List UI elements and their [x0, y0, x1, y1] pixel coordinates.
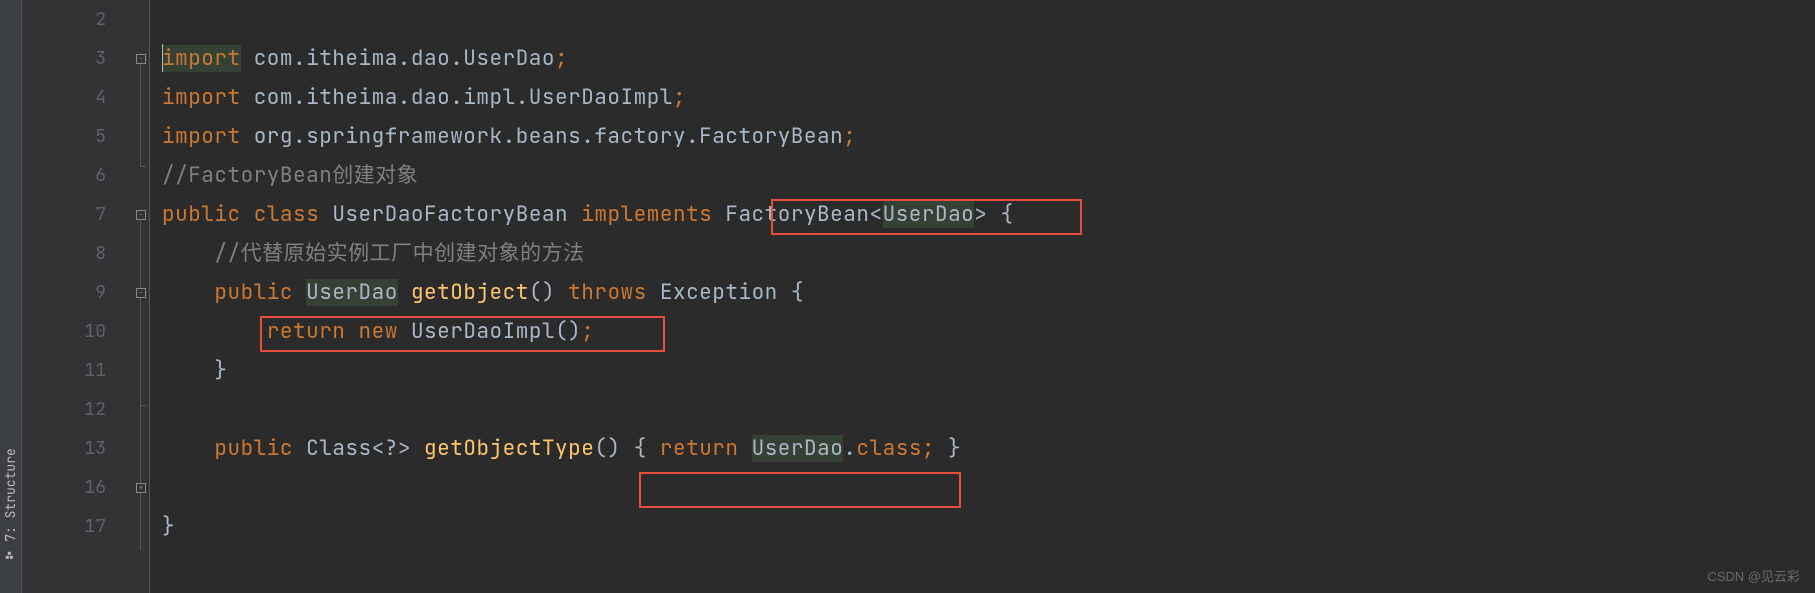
code-line: import org.springframework.beans.factory…	[162, 117, 1815, 156]
code-line: public Class<?> getObjectType() { return…	[162, 429, 1815, 468]
fold-gutter: − − − +	[134, 0, 150, 593]
code-editor[interactable]: 2 3 4 5 6 7 8 9 10 11 12 13 16 17 − − − …	[22, 0, 1815, 593]
fold-line	[140, 64, 141, 166]
structure-icon	[4, 547, 18, 561]
code-line: //FactoryBean创建对象	[162, 156, 1815, 195]
line-number: 16	[22, 468, 134, 507]
line-number: 8	[22, 234, 134, 273]
line-number: 11	[22, 351, 134, 390]
code-line: }	[162, 351, 1815, 390]
line-number: 3	[22, 39, 134, 78]
line-number: 4	[22, 78, 134, 117]
code-line: import com.itheima.dao.UserDao;	[162, 39, 1815, 78]
watermark: CSDN @见云彩	[1707, 566, 1800, 585]
fold-toggle[interactable]: −	[136, 54, 146, 64]
structure-tool-tab[interactable]: 7: Structure	[0, 0, 22, 593]
line-number: 10	[22, 312, 134, 351]
fold-end	[140, 405, 146, 406]
code-line: public UserDao getObject() throws Except…	[162, 273, 1815, 312]
code-line: import com.itheima.dao.impl.UserDaoImpl;	[162, 78, 1815, 117]
line-number: 17	[22, 507, 134, 546]
line-number: 6	[22, 156, 134, 195]
fold-toggle[interactable]: −	[136, 210, 146, 220]
code-line: public class UserDaoFactoryBean implemen…	[162, 195, 1815, 234]
line-number: 13	[22, 429, 134, 468]
fold-end	[140, 166, 146, 167]
text-cursor	[162, 44, 163, 72]
code-line	[162, 0, 1815, 39]
code-line: //代替原始实例工厂中创建对象的方法	[162, 234, 1815, 273]
line-number-gutter: 2 3 4 5 6 7 8 9 10 11 12 13 16 17	[22, 0, 134, 593]
code-line	[162, 390, 1815, 429]
fold-line	[140, 298, 141, 405]
code-line: }	[162, 507, 1815, 546]
code-line: return new UserDaoImpl();	[162, 312, 1815, 351]
code-line	[162, 468, 1815, 507]
fold-toggle[interactable]: −	[136, 288, 146, 298]
line-number: 2	[22, 0, 134, 39]
code-content[interactable]: import com.itheima.dao.UserDao; import c…	[150, 0, 1815, 593]
line-number: 9	[22, 273, 134, 312]
line-number: 5	[22, 117, 134, 156]
structure-tab-label: 7: Structure	[2, 448, 19, 542]
line-number: 12	[22, 390, 134, 429]
fold-toggle[interactable]: +	[136, 483, 146, 493]
line-number: 7	[22, 195, 134, 234]
